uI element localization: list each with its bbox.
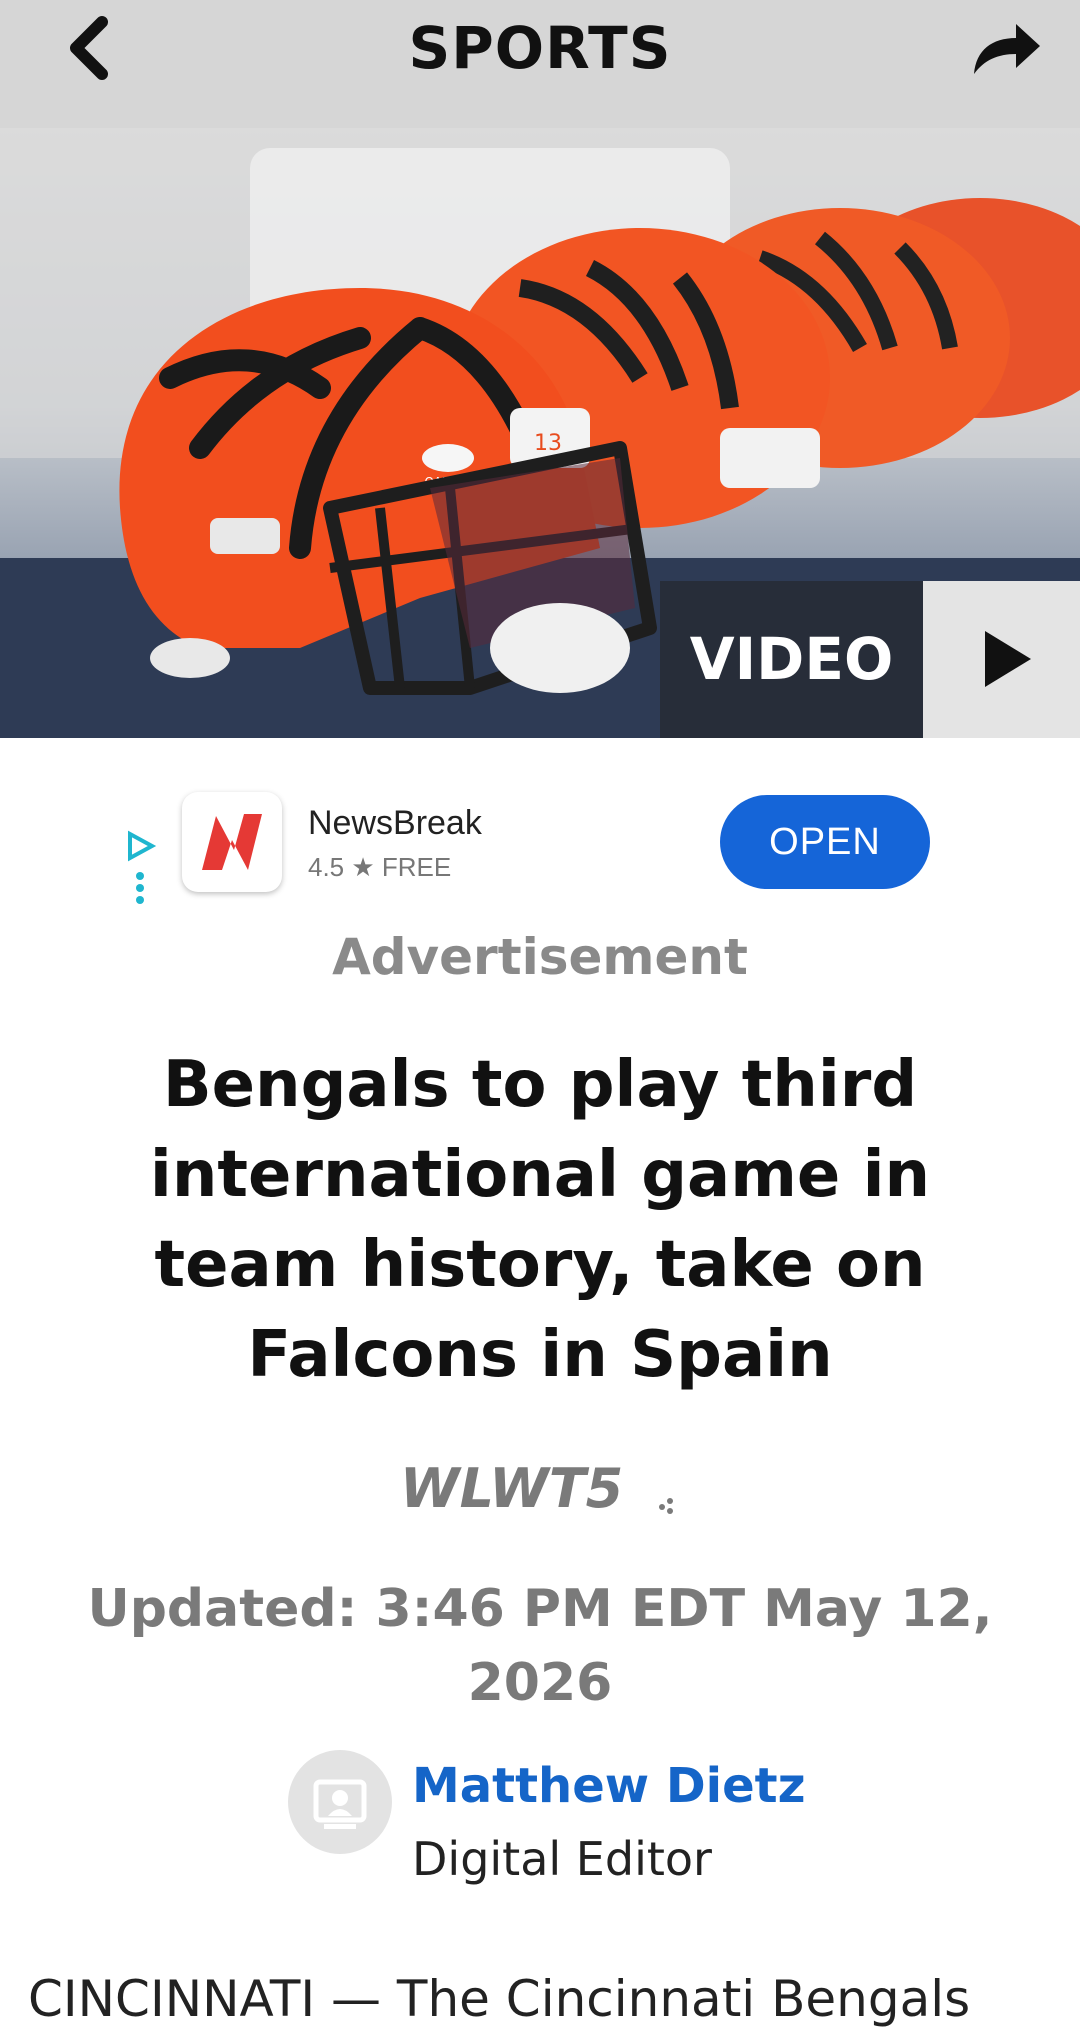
video-label[interactable]: VIDEO: [660, 581, 923, 738]
hero-image[interactable]: 13 OAKLEY VIDEO: [0, 128, 1080, 738]
advertisement-label: Advertisement: [332, 928, 748, 986]
helmet-number: 13: [534, 431, 562, 456]
station-logo-text: WLWT5: [400, 1457, 623, 1520]
author-avatar[interactable]: [288, 1750, 392, 1854]
share-button[interactable]: [966, 12, 1046, 84]
author-title: Digital Editor: [412, 1832, 712, 1886]
ad-app-name[interactable]: NewsBreak: [308, 804, 482, 843]
article-lede: CINCINNATI — The Cincinnati Bengals: [28, 1970, 971, 2028]
ad-rating: 4.5 ★ FREE: [308, 852, 452, 882]
ad-choices-icon[interactable]: [124, 828, 158, 908]
share-arrow-icon: [974, 24, 1040, 74]
play-button[interactable]: [923, 581, 1080, 738]
top-bar: SPORTS: [0, 0, 1080, 128]
play-icon: [985, 631, 1031, 687]
newsbreak-app-icon[interactable]: [182, 792, 282, 892]
user-icon: [313, 1779, 367, 1829]
author-name-link[interactable]: Matthew Dietz: [412, 1758, 806, 1814]
updated-timestamp: Updated: 3:46 PM EDT May 12, 2026: [87, 1579, 993, 1713]
ad-open-button[interactable]: OPEN: [720, 795, 930, 889]
article-headline: Bengals to play third international game…: [149, 1048, 931, 1392]
station-logo: WLWT5: [400, 1455, 680, 1525]
page-title: SPORTS: [408, 14, 672, 82]
